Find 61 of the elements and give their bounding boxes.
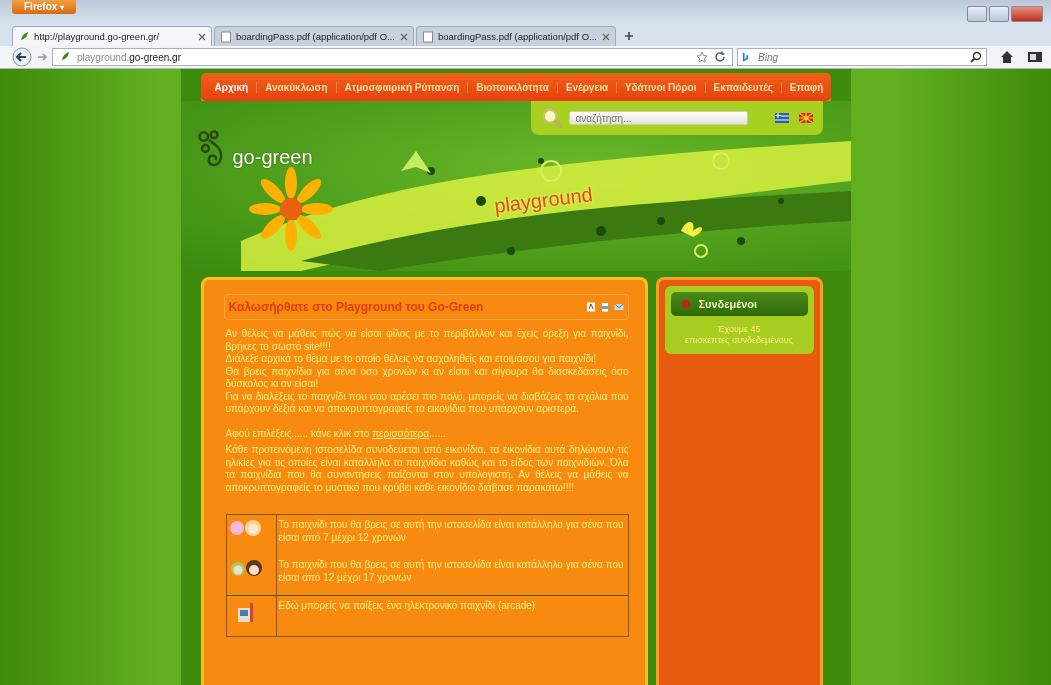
print-icon[interactable] — [599, 302, 610, 312]
document-icon — [220, 30, 232, 43]
article-title: Καλωσήρθατε στο Playground του Go-Green — [228, 300, 484, 314]
greek-flag-icon[interactable] — [774, 113, 789, 123]
legend-text: Το παιχνίδι που θα βρεις σε αυτή την ιστοσελίδα είναι κατάλληλο για σένα που είσαι από 12 μέχρι 17 χρονών — [277, 558, 625, 585]
minimize-button[interactable] — [967, 6, 987, 22]
instruction-text: Αφού επιλέξεις...... κάνε κλικ στο περισσότερα...... — [225, 427, 447, 440]
leaf-icon — [18, 30, 30, 43]
leaf-icon — [59, 51, 71, 63]
explanation-text: Κάθε προτεινόμενη ιστοσελίδα συνοδεύεται από εικονίδια, τα εικονίδια αυτά δηλώνουν τις ηλικίες για τις οποίες είναι κατάλληλα τα παιχνίδια καθώς και το είδος των παιχνιδιών. Όλα τα παιχνίδια που θα συναντήσεις παίζονται στον υπολογιστή. Αν θέλεις να μάθεις να αποκρυπτογραφείς το μυστικό που κρύβει κάθε εικονίδιο διάβασε παρακάτω!!!! — [225, 444, 629, 494]
menu-link[interactable]: Ενέργεια — [556, 81, 617, 93]
menu-link[interactable]: Επαφή — [780, 81, 832, 93]
pdf-icon[interactable] — [585, 302, 596, 312]
site-logo: go-green — [232, 146, 313, 169]
search-icon[interactable] — [970, 51, 982, 63]
intro-text: Θα βρεις παιχνίδια για σένα όσο χρονών κι αν είσαι και σίγουρα θα διασκεδάσεις όσο δύσκολος κι αν είσαι! — [225, 365, 629, 391]
intro-text: Αν θέλεις να μάθεις πώς να είσαι φίλος με το περιβάλλον και έχεις όρεξη για παιχνίδι, βρήκες το σωστό site!!!! — [225, 328, 629, 353]
menu-link[interactable]: Αρχική — [206, 81, 257, 93]
close-tab-icon[interactable] — [602, 32, 610, 41]
cartoon-faces-icon — [228, 519, 263, 537]
close-tab-icon[interactable] — [400, 32, 408, 41]
legend-text: Το παιχνίδι που θα βρεις σε αυτή την ιστοσελίδα είναι κατάλληλο για σένα που είσαι από 7 μέχρι 12 χρονών — [277, 518, 625, 545]
ladybug-icon — [680, 299, 691, 309]
back-icon[interactable] — [12, 47, 32, 67]
address-bar[interactable]: playground.go-green.gr — [52, 48, 733, 66]
playground-title: playground — [492, 183, 594, 218]
intro-text: Για να διαλέξεις το παιχνίδι που σου αρέσει πιο πολύ, μπορείς να διαβάζεις τα σχόλια που υπάρχουν δεξιά και να αποκρυπτογραφείς τα εικονίδια που υπάρχουν αριστερά. — [225, 390, 629, 416]
leaf-drawing — [400, 151, 431, 173]
email-icon[interactable] — [613, 302, 624, 312]
maximize-button[interactable] — [989, 6, 1009, 22]
menu-link[interactable]: Εκπαιδευτές — [704, 81, 781, 93]
butterfly-drawing — [680, 222, 702, 237]
url-text: playground.go-green.gr — [77, 51, 181, 63]
menu-link[interactable]: Ανακύκλωση — [256, 81, 336, 93]
visitor-text: επισκέπτες συνδεδεμένους — [685, 335, 793, 346]
intro-text: Διάλεξε αρχικά το θέμα με το οποίο θέλεις να ασχοληθείς και ετοιμάσου για παιχνίδι! — [225, 353, 598, 366]
browser-tab[interactable]: boardingPass.pdf (application/pdf O... — [416, 26, 616, 46]
more-link[interactable]: περισσότερα — [372, 427, 430, 439]
new-tab-icon[interactable] — [624, 31, 634, 41]
browser-tab[interactable]: http://playground.go-green.gr/ — [12, 26, 212, 46]
menu-link[interactable]: Βιοποικιλότητα — [467, 81, 557, 93]
search-box[interactable]: Bing — [737, 48, 987, 66]
firefox-menu-button[interactable]: Firefox ▾ — [12, 0, 77, 14]
star-icon[interactable] — [696, 51, 708, 63]
online-title: Συνδεμένοι — [698, 298, 758, 310]
sun-flag-icon[interactable] — [798, 113, 813, 123]
browser-tab[interactable]: boardingPass.pdf (application/pdf O... — [214, 26, 414, 46]
forward-icon[interactable] — [36, 51, 48, 63]
cartoon-faces-icon — [228, 559, 263, 577]
reload-icon[interactable] — [714, 51, 726, 63]
menu-link[interactable]: Υδάτινοι Πόροι — [616, 81, 705, 93]
visitor-count: Έχουμε 45 — [717, 324, 761, 335]
addon-bar-icon[interactable] — [1027, 49, 1043, 65]
magnifier-icon — [540, 107, 563, 129]
home-icon[interactable] — [999, 49, 1015, 65]
menu-link[interactable]: Ατμοσφαιρική Ρύπανση — [335, 81, 468, 93]
close-button[interactable] — [1011, 6, 1043, 22]
document-icon — [422, 30, 434, 43]
legend-text: Εδώ μπορείς να παίξεις ένα ηλεκτρονικό παιχνίδι (arcade) — [277, 599, 537, 613]
site-search-field[interactable]: αναζήτηση... — [568, 111, 748, 125]
close-tab-icon[interactable] — [198, 32, 206, 41]
